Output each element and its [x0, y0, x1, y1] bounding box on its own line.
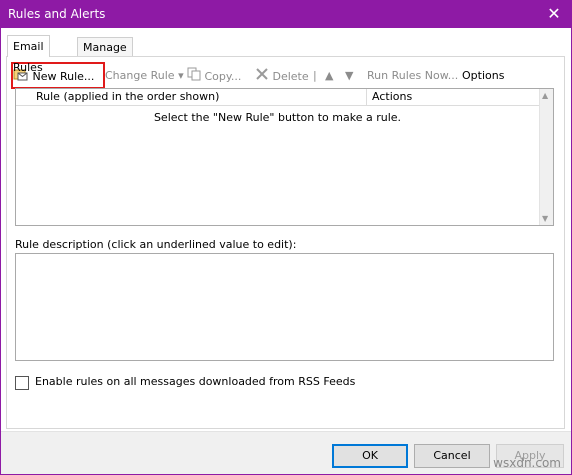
delete-x-icon [255, 67, 269, 87]
move-up-icon: ▲ [325, 69, 334, 82]
copy-button[interactable]: Copy... [187, 67, 241, 85]
change-rule-button[interactable]: Change Rule ▾ [105, 67, 184, 85]
rules-list-scrollbar[interactable]: ▲ ▼ [539, 89, 553, 225]
change-rule-label: Change Rule [105, 69, 175, 82]
rules-and-alerts-window: Rules and Alerts ✕ Email Rules Manage Al… [0, 0, 572, 475]
cancel-button[interactable]: Cancel [414, 444, 490, 468]
ok-button[interactable]: OK [332, 444, 408, 468]
column-header-rule[interactable]: Rule (applied in the order shown) [16, 89, 367, 105]
close-icon[interactable]: ✕ [542, 2, 566, 26]
dropdown-arrow-icon: ▾ [178, 69, 184, 82]
tab-manage-alerts[interactable]: Manage Alerts [77, 37, 133, 73]
rule-description-box[interactable] [15, 253, 554, 361]
toolbar-separator: | [313, 69, 317, 82]
move-up-button[interactable]: ▲ [325, 67, 333, 85]
scroll-down-arrow-icon[interactable]: ▼ [542, 214, 548, 223]
window-title: Rules and Alerts [8, 7, 106, 21]
email-rules-panel: New Rule... Change Rule ▾ Copy... Delete… [6, 56, 565, 429]
rss-rules-checkbox-label[interactable]: Enable rules on all messages downloaded … [35, 375, 355, 389]
delete-label: Delete [272, 70, 309, 83]
column-header-actions[interactable]: Actions [368, 89, 539, 105]
run-rules-now-label: Run Rules Now... [367, 69, 459, 82]
rss-rules-checkbox[interactable] [15, 376, 29, 390]
options-label: Options [462, 69, 505, 82]
rules-list[interactable]: Rule (applied in the order shown) Action… [15, 88, 554, 226]
rule-description-label: Rule description (click an underlined va… [15, 238, 297, 251]
dialog-body: Email Rules Manage Alerts New Rule... [1, 28, 571, 474]
rules-list-header: Rule (applied in the order shown) Action… [16, 89, 539, 106]
scroll-up-arrow-icon[interactable]: ▲ [542, 91, 548, 100]
empty-list-message: Select the "New Rule" button to make a r… [153, 111, 402, 124]
title-bar: Rules and Alerts ✕ [0, 0, 572, 28]
run-rules-now-button[interactable]: Run Rules Now... [367, 67, 458, 85]
delete-button[interactable]: Delete [255, 67, 309, 85]
copy-label: Copy... [204, 70, 242, 83]
options-button[interactable]: Options [462, 67, 504, 85]
tab-email-rules[interactable]: Email Rules [7, 35, 50, 74]
copy-icon [187, 67, 201, 87]
watermark: wsxdn.com [493, 456, 561, 470]
move-down-button[interactable]: ▼ [345, 67, 353, 85]
move-down-icon: ▼ [345, 69, 354, 82]
